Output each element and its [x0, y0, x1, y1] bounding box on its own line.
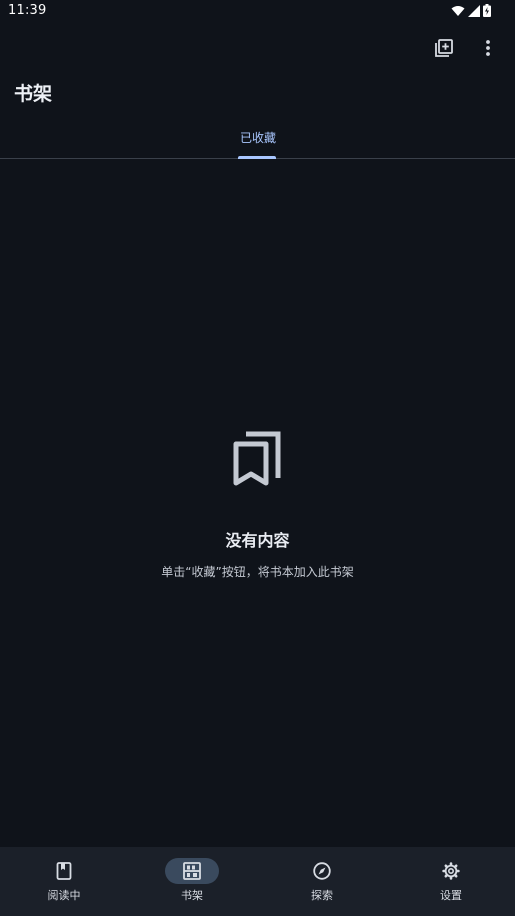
nav-item-reading[interactable]: 阅读中: [0, 847, 128, 916]
nav-active-indicator: [165, 858, 219, 884]
compass-icon: [313, 862, 331, 880]
status-icons: [451, 4, 491, 17]
nav-label-reading: 阅读中: [47, 889, 81, 902]
status-bar: 11:39: [0, 0, 515, 22]
signal-icon: [468, 4, 480, 17]
battery-charging-icon: [483, 4, 491, 17]
tab-bar: 已收藏: [0, 120, 515, 159]
app-screen: 11:39 书架 已收藏 没有内容 单击“收藏”按钮，将书本加入此书架 阅读中 …: [0, 0, 515, 916]
book-icon: [56, 862, 72, 880]
page-title: 书架: [14, 83, 53, 105]
nav-label-settings: 设置: [440, 889, 462, 902]
nav-label-explore: 探索: [311, 889, 333, 902]
status-time: 11:39: [8, 3, 47, 18]
tab-favorited[interactable]: 已收藏: [232, 129, 284, 146]
tab-indicator: [238, 156, 276, 159]
bookmarks-icon: [232, 430, 284, 490]
nav-item-settings[interactable]: 设置: [387, 847, 515, 916]
empty-state-description: 单击“收藏”按钮，将书本加入此书架: [161, 565, 354, 579]
nav-item-bookshelf[interactable]: 书架: [128, 847, 256, 916]
bottom-navigation: 阅读中 书架 探索 设置: [0, 847, 515, 916]
library-add-icon: [435, 39, 453, 57]
top-actions: [433, 37, 499, 59]
gear-icon: [442, 862, 460, 880]
empty-state: 没有内容 单击“收藏”按钮，将书本加入此书架: [0, 430, 515, 580]
wifi-icon: [451, 5, 465, 17]
more-vert-icon: [486, 40, 490, 56]
nav-item-explore[interactable]: 探索: [258, 847, 386, 916]
nav-label-bookshelf: 书架: [181, 889, 203, 902]
empty-state-title: 没有内容: [225, 531, 290, 550]
bookshelf-icon: [183, 862, 201, 880]
add-book-button[interactable]: [433, 37, 455, 59]
more-options-button[interactable]: [477, 37, 499, 59]
